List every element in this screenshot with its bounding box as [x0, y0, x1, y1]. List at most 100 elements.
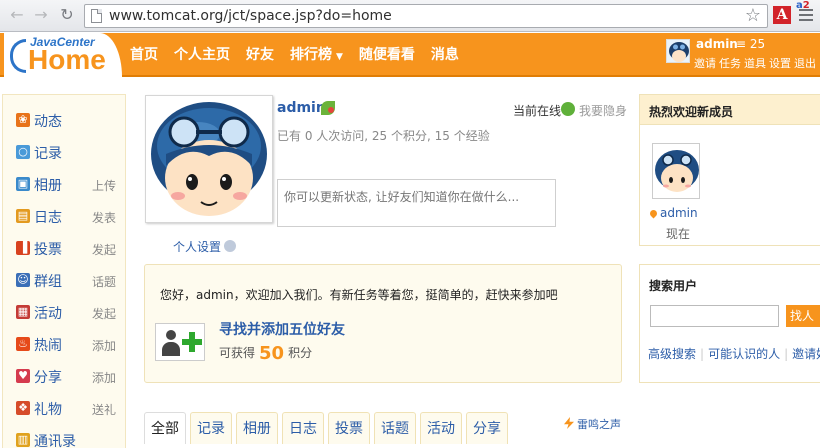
sidebar-item-label[interactable]: 分享	[34, 367, 62, 387]
find-people-button[interactable]: 找人	[786, 305, 820, 327]
sidebar-item-label[interactable]: 通讯录	[34, 431, 76, 448]
heart-icon: ♥	[16, 369, 30, 383]
feed-tabs: 全部 记录 相册 日志 投票 话题 活动 分享	[144, 412, 512, 448]
sidebar-item-action[interactable]: 发起	[92, 241, 116, 258]
sidebar-item[interactable]: ❀ 动态	[3, 105, 127, 137]
sidebar-item[interactable]: ♥ 分享 添加	[3, 361, 127, 393]
logo-swirl-icon	[10, 39, 26, 73]
sidebar-item[interactable]: ☺ 群组 话题	[3, 265, 127, 297]
new-members-panel: 热烈欢迎新成员 admin 现在	[639, 94, 820, 246]
nav-ranking[interactable]: 排行榜 ▼	[282, 33, 351, 77]
coin-icon: ≡	[736, 37, 750, 51]
search-input[interactable]	[650, 305, 779, 327]
nav-home-label: 首页	[130, 47, 158, 63]
address-bar[interactable]: www.tomcat.org/jct/space.jsp?do=home ☆	[84, 4, 768, 28]
tab-7[interactable]: 分享	[466, 412, 508, 444]
tab-1[interactable]: 记录	[190, 412, 232, 444]
bar-chart-icon: ▐	[16, 241, 30, 255]
sidebar-item-action[interactable]: 添加	[92, 337, 116, 354]
star-icon[interactable]: ☆	[745, 6, 761, 26]
profile-name[interactable]: admin	[277, 100, 326, 116]
sidebar-item[interactable]: ♨ 热闹 添加	[3, 329, 127, 361]
profile-settings-link[interactable]: 个人设置	[173, 238, 237, 255]
tab-2[interactable]: 相册	[236, 412, 278, 444]
task-title-link[interactable]: 寻找并添加五位好友	[219, 319, 345, 339]
invite-friends-link[interactable]: 邀请好	[792, 347, 820, 361]
sidebar-item-label[interactable]: 投票	[34, 239, 62, 259]
nav-home[interactable]: 首页	[122, 33, 166, 77]
sidebar-item-label[interactable]: 礼物	[34, 399, 62, 419]
tab-6[interactable]: 活动	[420, 412, 462, 444]
tasks-link[interactable]: 任务	[719, 57, 741, 70]
member-name-link[interactable]: admin	[648, 206, 698, 220]
props-link[interactable]: 道具	[744, 57, 766, 70]
reload-icon[interactable]: ↻	[56, 4, 78, 26]
avatar[interactable]	[666, 39, 690, 63]
sidebar-item-action[interactable]: 话题	[92, 273, 116, 290]
sidebar-item[interactable]: ❖ 礼物 送礼	[3, 393, 127, 425]
sidebar-item[interactable]: ▥ 通讯录	[3, 425, 127, 448]
credit-value: 25	[749, 37, 766, 51]
sidebar-item-action[interactable]: 发表	[92, 209, 116, 226]
site-logo[interactable]: JavaCenter Home	[4, 33, 122, 77]
tab-5[interactable]: 话题	[374, 412, 416, 444]
tab-0[interactable]: 全部	[144, 412, 186, 444]
online-status: 当前在线	[513, 104, 562, 118]
nav-messages[interactable]: 消息	[423, 33, 467, 77]
sidebar-item-action[interactable]: 送礼	[92, 401, 116, 418]
logout-link[interactable]: 退出	[794, 57, 816, 70]
sidebar-item-action[interactable]: 上传	[92, 177, 116, 194]
back-arrow-icon[interactable]: ←	[6, 4, 28, 26]
status-input[interactable]	[277, 179, 556, 227]
link-separator: |	[700, 347, 705, 361]
nav-friends[interactable]: 好友	[238, 33, 282, 77]
advanced-search-link[interactable]: 高级搜索	[648, 347, 696, 361]
sidebar-item-action[interactable]: 发起	[92, 305, 116, 322]
pdf-extension-icon[interactable]: A	[773, 6, 791, 24]
location-pin-icon	[648, 208, 659, 219]
nav-browse[interactable]: 随便看看	[351, 33, 423, 77]
credit-display[interactable]: ≡ 25	[736, 37, 765, 51]
sidebar-item-label[interactable]: 群组	[34, 271, 62, 291]
sidebar-item[interactable]: ▐ 投票 发起	[3, 233, 127, 265]
browser-menu-icon[interactable]	[799, 9, 813, 21]
site-header: JavaCenter Home 首页 个人主页 好友 排行榜 ▼ 随便看看 消息 …	[0, 33, 820, 77]
sidebar-item-label[interactable]: 记录	[34, 143, 62, 163]
search-users-panel: 搜索用户 找人 高级搜索|可能认识的人|邀请好	[639, 264, 820, 383]
forward-arrow-icon[interactable]: →	[30, 4, 52, 26]
sidebar-item-label[interactable]: 日志	[34, 207, 62, 227]
sidebar-item[interactable]: ▣ 相册 上传	[3, 169, 127, 201]
gift-icon: ❖	[16, 401, 30, 415]
nav-ranking-label: 排行榜	[290, 47, 332, 63]
nav-my-page-label: 个人主页	[174, 47, 230, 63]
sidebar-item-action[interactable]: 添加	[92, 369, 116, 386]
tab-3[interactable]: 日志	[282, 412, 324, 444]
invite-link[interactable]: 邀请	[694, 57, 716, 70]
sidebar-item-label[interactable]: 相册	[34, 175, 62, 195]
tab-4[interactable]: 投票	[328, 412, 370, 444]
sidebar-item-label[interactable]: 热闹	[34, 335, 62, 355]
nav-my-page[interactable]: 个人主页	[166, 33, 238, 77]
add-friend-icon[interactable]	[155, 323, 205, 361]
reward-value: 50	[259, 343, 285, 364]
main-nav: 首页 个人主页 好友 排行榜 ▼ 随便看看 消息	[122, 33, 467, 77]
sidebar-item[interactable]: ○ 记录	[3, 137, 127, 169]
search-links: 高级搜索|可能认识的人|邀请好	[648, 345, 820, 362]
logo-title: Home	[28, 44, 106, 75]
photo-icon: ▣	[16, 177, 30, 191]
hide-online-link[interactable]: 我要隐身	[579, 102, 627, 119]
profile-photo[interactable]	[145, 95, 273, 223]
sidebar-item-label[interactable]: 活动	[34, 303, 62, 323]
thunder-link[interactable]: 雷鸣之声	[564, 416, 621, 432]
username-link[interactable]: admin	[696, 37, 738, 51]
people-you-may-know-link[interactable]: 可能认识的人	[708, 347, 780, 361]
sidebar-item-label[interactable]: 动态	[34, 111, 62, 131]
settings-link[interactable]: 设置	[769, 57, 791, 70]
group-icon: ☺	[16, 273, 30, 287]
sidebar-item[interactable]: ▤ 日志 发表	[3, 201, 127, 233]
speech-bubble-icon: ○	[16, 145, 30, 159]
url-text[interactable]: www.tomcat.org/jct/space.jsp?do=home	[109, 7, 392, 25]
member-avatar[interactable]	[652, 143, 700, 199]
sidebar-item[interactable]: ▦ 活动 发起	[3, 297, 127, 329]
reward-suffix: 积分	[288, 346, 313, 360]
